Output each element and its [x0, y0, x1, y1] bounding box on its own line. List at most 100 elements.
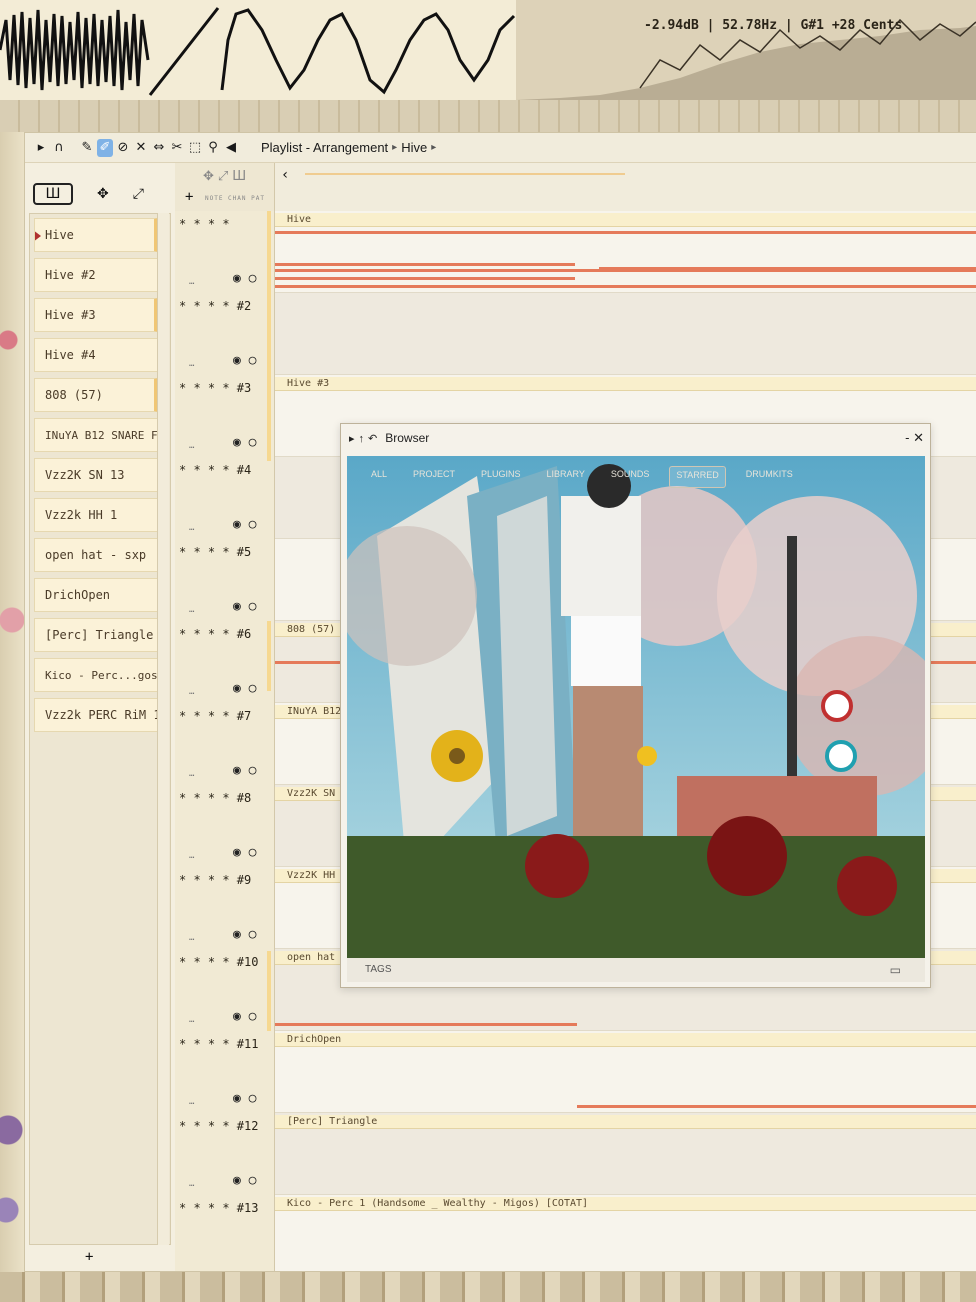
track-label[interactable]: * * * * #4 — [179, 463, 251, 477]
track-label[interactable]: * * * * #13 — [179, 1201, 258, 1215]
track-label[interactable]: * * * * #8 — [179, 791, 251, 805]
track-menu-icon[interactable]: … — [189, 933, 194, 943]
track-label[interactable]: * * * * #6 — [179, 627, 251, 641]
tab-starred[interactable]: STARRED — [669, 466, 726, 488]
track-menu-icon[interactable]: … — [189, 605, 194, 615]
channel-item[interactable]: Vzz2k HH 1 — [34, 498, 158, 532]
channel-item[interactable]: [Perc] Triangle — [34, 618, 158, 652]
tab-all[interactable]: ALL — [365, 466, 393, 488]
select-icon[interactable]: ⬚ — [187, 139, 203, 157]
piano-roll-icon[interactable]: Ш — [33, 183, 73, 205]
speaker-icon[interactable]: ◉ ○ — [233, 271, 256, 286]
slice-icon[interactable]: ✂ — [169, 139, 185, 157]
channel-item[interactable]: DrichOpen — [34, 578, 158, 612]
tab-drumkits[interactable]: DRUMKITS — [740, 466, 799, 488]
chevron-left-icon[interactable]: ‹ — [281, 167, 289, 183]
delete-icon[interactable]: ⊘ — [115, 139, 131, 157]
tab-plugins[interactable]: PLUGINS — [475, 466, 527, 488]
pencil-icon[interactable]: ✎ — [79, 139, 95, 157]
channel-item[interactable]: Vzz2K SN 13 — [34, 458, 158, 492]
browser-content[interactable]: ALL PROJECT PLUGINS LIBRARY SOUNDS STARR… — [347, 456, 925, 958]
track-label[interactable]: * * * * #9 — [179, 873, 251, 887]
audio-clip-icon[interactable]: ✥ — [97, 186, 109, 202]
automation-icon[interactable]: ⤢ — [133, 186, 144, 202]
channel-item[interactable]: Vzz2k PERC RiM 1 — [34, 698, 158, 732]
pattern-picker: Hive Hive #2 Hive #3 Hive #4 808 (57) IN… — [29, 213, 171, 1245]
browser-nav-icon[interactable]: ▸↑↶ — [349, 432, 381, 445]
playlist-toolbar: ▸ ∩ ✎ ✐ ⊘ ✕ ⇔ ✂ ⬚ ⚲ ◀ Playlist - Arrange… — [25, 133, 976, 163]
close-icon[interactable]: - ✕ — [905, 430, 924, 446]
speaker-icon[interactable]: ◉ ○ — [233, 1173, 256, 1188]
folder-icon[interactable]: ▭ — [890, 958, 901, 982]
play-arrow-icon[interactable]: ▸ — [33, 139, 49, 157]
track-label[interactable]: * * * * #7 — [179, 709, 251, 723]
track-headers: * * * * … ◉ ○ * * * * #2 … ◉ ○ * * * * #… — [175, 211, 275, 1271]
track-menu-icon[interactable]: … — [189, 277, 194, 287]
track-label[interactable]: * * * * #2 — [179, 299, 251, 313]
zoom-icon[interactable]: ⚲ — [205, 139, 221, 157]
track-label[interactable]: * * * * — [179, 217, 230, 231]
speaker-icon[interactable]: ◉ ○ — [233, 599, 256, 614]
channel-item[interactable]: Hive — [34, 218, 158, 252]
speaker-icon[interactable]: ◉ ○ — [233, 1091, 256, 1106]
pattern-clip[interactable]: Hive #3 — [275, 377, 976, 391]
speaker-icon[interactable]: ◉ ○ — [233, 845, 256, 860]
breadcrumb-playlist[interactable]: Playlist - Arrangement — [261, 140, 388, 155]
current-marker-icon — [35, 230, 41, 242]
add-channel-button[interactable]: + — [85, 1249, 93, 1265]
note-strip — [275, 285, 976, 288]
tab-library[interactable]: LIBRARY — [541, 466, 591, 488]
speaker-icon[interactable]: ◉ ○ — [233, 517, 256, 532]
speaker-icon[interactable]: ◉ ○ — [233, 681, 256, 696]
track-menu-icon[interactable]: … — [189, 1015, 194, 1025]
tab-project[interactable]: PROJECT — [407, 466, 461, 488]
pattern-clip[interactable]: [Perc] Triangle — [275, 1115, 976, 1129]
speaker-icon[interactable]: ◉ ○ — [233, 353, 256, 368]
channel-item[interactable]: INuYA B12 SNARE FKWAV — [34, 418, 158, 452]
track-label[interactable]: * * * * #11 — [179, 1037, 258, 1051]
track-menu-icon[interactable]: … — [189, 359, 194, 369]
note-strip — [275, 263, 575, 266]
channel-item[interactable]: open hat - sxp — [34, 538, 158, 572]
channel-item[interactable]: Hive #4 — [34, 338, 158, 372]
track-menu-icon[interactable]: … — [189, 851, 194, 861]
track-menu-icon[interactable]: … — [189, 523, 194, 533]
slip-icon[interactable]: ⇔ — [151, 139, 167, 157]
channel-item[interactable]: Hive #3 — [34, 298, 158, 332]
track-menu-icon[interactable]: … — [189, 769, 194, 779]
track-tools-icon[interactable]: ✥⤢Ш — [203, 169, 250, 184]
scrub-bar — [305, 173, 625, 175]
breadcrumb-pattern[interactable]: Hive — [401, 140, 427, 155]
timeline-scrubber[interactable]: ‹ — [275, 163, 976, 211]
track-label[interactable]: * * * * #10 — [179, 955, 258, 969]
track-menu-icon[interactable]: … — [189, 441, 194, 451]
sidebar-scrollbar[interactable] — [157, 213, 169, 1245]
channel-item[interactable]: Hive #2 — [34, 258, 158, 292]
track-label[interactable]: * * * * #12 — [179, 1119, 258, 1133]
speaker-icon[interactable]: ◉ ○ — [233, 435, 256, 450]
tags-label[interactable]: TAGS — [365, 964, 391, 975]
brush-icon[interactable]: ✐ — [97, 138, 113, 157]
speaker-icon[interactable]: ◉ ○ — [233, 763, 256, 778]
tab-sounds[interactable]: SOUNDS — [605, 466, 656, 488]
track-menu-icon[interactable]: … — [189, 1179, 194, 1189]
pattern-clip[interactable]: Kico - Perc 1 (Handsome _ Wealthy - Migo… — [275, 1197, 976, 1211]
track-label[interactable]: * * * * #5 — [179, 545, 251, 559]
channel-item[interactable]: Kico - Perc...gos) [COTAT] — [34, 658, 158, 692]
speaker-icon[interactable]: ◉ ○ — [233, 1009, 256, 1024]
mute-icon[interactable]: ✕ — [133, 139, 149, 157]
speaker-icon[interactable]: ◉ ○ — [233, 927, 256, 942]
track-lane[interactable] — [275, 293, 976, 375]
channel-item[interactable]: 808 (57) — [34, 378, 158, 412]
track-tabs-label: NOTE CHAN PAT — [205, 195, 265, 202]
add-track-button[interactable]: + — [185, 189, 193, 205]
pattern-clip[interactable]: Hive — [275, 213, 976, 227]
track-menu-icon[interactable]: … — [189, 687, 194, 697]
pattern-clip[interactable]: DrichOpen — [275, 1033, 976, 1047]
track-label[interactable]: * * * * #3 — [179, 381, 251, 395]
playback-icon[interactable]: ◀ — [223, 139, 239, 157]
browser-titlebar[interactable]: ▸↑↶ Browser - ✕ — [341, 424, 930, 452]
browser-window[interactable]: ▸↑↶ Browser - ✕ ALL PROJECT PLUGINS LIBR… — [340, 423, 931, 988]
track-menu-icon[interactable]: … — [189, 1097, 194, 1107]
magnet-icon[interactable]: ∩ — [51, 139, 67, 157]
